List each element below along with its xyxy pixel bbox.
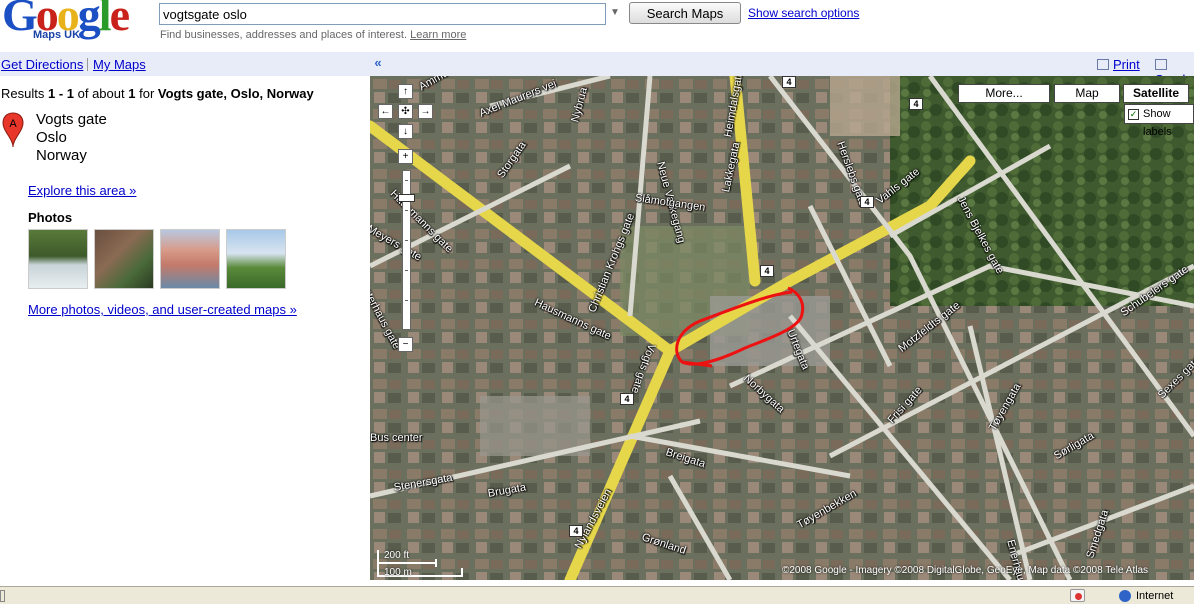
pan-down-button[interactable]: ↓ <box>398 124 413 139</box>
marker-a-icon[interactable]: A <box>2 112 24 148</box>
address-line: Norway <box>36 147 87 164</box>
logo-subtitle: Maps UK <box>33 29 81 41</box>
photo-thumbnail[interactable] <box>226 229 286 289</box>
page-icon <box>0 590 5 602</box>
search-hint: Find businesses, addresses and places of… <box>160 29 466 41</box>
collapse-panel-icon[interactable]: « <box>370 52 386 76</box>
browser-status-bar: Internet <box>0 586 1194 604</box>
photos-heading: Photos <box>28 210 73 225</box>
route-shield: 4 <box>760 265 774 277</box>
photo-thumbnail[interactable] <box>28 229 88 289</box>
address-line: Vogts gate <box>36 111 107 128</box>
results-panel: Results 1 - 1 of about 1 for Vogts gate,… <box>0 76 370 586</box>
zoom-tick <box>405 210 408 211</box>
pan-left-button[interactable]: ← <box>378 104 393 119</box>
zoom-tick <box>405 180 408 181</box>
learn-more-link[interactable]: Learn more <box>410 29 466 41</box>
results-range: 1 - 1 <box>47 86 74 101</box>
scale-meters: 100 m <box>384 567 412 578</box>
printer-icon <box>1097 59 1109 70</box>
print-button[interactable]: Print <box>1097 57 1140 72</box>
toolbar: Get Directions My Maps « Print Send <box>0 52 1194 87</box>
map-satellite-view[interactable]: Axel Maurers vei Nybrua Heimdalsgata Her… <box>370 76 1194 580</box>
photo-thumbnail[interactable] <box>94 229 154 289</box>
place-label: Bus center <box>370 432 423 444</box>
results-of-about: of about <box>77 86 125 101</box>
satellite-imagery[interactable] <box>370 76 1194 580</box>
route-shield: 4 <box>782 76 796 88</box>
get-directions-link[interactable]: Get Directions <box>1 57 83 72</box>
route-shield: 4 <box>909 98 923 110</box>
map-type-satellite-button[interactable]: Satellite <box>1123 84 1189 103</box>
scale-feet: 200 ft <box>384 550 410 561</box>
toolbar-divider <box>87 58 88 71</box>
dropdown-arrow-icon[interactable]: ▼ <box>608 7 622 19</box>
show-labels-text: Show labels <box>1143 108 1172 138</box>
route-shield: 4 <box>569 525 583 537</box>
hint-text: Find businesses, addresses and places of… <box>160 29 408 41</box>
zoom-tick <box>405 300 408 301</box>
results-prefix: Results <box>1 86 45 101</box>
zoom-tick <box>405 270 408 271</box>
scale-bar: 200 ft 100 m <box>376 550 466 578</box>
show-labels-checkbox[interactable]: ✓ Show labels <box>1124 104 1194 138</box>
zoom-out-button[interactable]: − <box>398 337 413 352</box>
map-type-map-button[interactable]: Map <box>1054 84 1120 103</box>
popup-blocked-icon[interactable] <box>1070 589 1085 602</box>
zoom-tick <box>405 240 408 241</box>
route-shield: 4 <box>860 196 874 208</box>
marker-letter: A <box>9 118 17 130</box>
show-search-options-link[interactable]: Show search options <box>748 6 859 20</box>
results-summary: Results 1 - 1 of about 1 for Vogts gate,… <box>1 86 314 101</box>
more-photos-link[interactable]: More photos, videos, and user-created ma… <box>28 302 297 317</box>
globe-icon <box>1119 590 1131 602</box>
security-zone: Internet <box>1136 590 1174 602</box>
search-maps-button[interactable]: Search Maps <box>629 2 741 24</box>
envelope-icon <box>1155 59 1167 70</box>
my-maps-link[interactable]: My Maps <box>93 57 146 72</box>
checkmark-icon: ✓ <box>1128 109 1139 120</box>
more-map-types-button[interactable]: More... <box>958 84 1050 103</box>
pan-reset-button[interactable]: ✣ <box>398 104 413 119</box>
explore-area-link[interactable]: Explore this area » <box>28 183 136 198</box>
results-count: 1 <box>128 86 136 101</box>
result-address[interactable]: Vogts gate Oslo Norway <box>36 111 107 165</box>
map-copyright: ©2008 Google - Imagery ©2008 DigitalGlob… <box>782 565 1149 576</box>
pan-up-button[interactable]: ↑ <box>398 84 413 99</box>
search-input[interactable] <box>159 3 606 25</box>
results-for: for <box>139 86 155 101</box>
header: Google Maps UK ▼ Search Maps Show search… <box>0 0 1194 50</box>
pan-right-button[interactable]: → <box>418 104 433 119</box>
results-query: Vogts gate, Oslo, Norway <box>157 86 314 101</box>
print-link[interactable]: Print <box>1113 57 1140 72</box>
route-shield: 4 <box>620 393 634 405</box>
photo-thumbnail[interactable] <box>160 229 220 289</box>
zoom-in-button[interactable]: + <box>398 149 413 164</box>
zoom-slider-handle[interactable] <box>398 194 415 202</box>
address-line: Oslo <box>36 129 67 146</box>
